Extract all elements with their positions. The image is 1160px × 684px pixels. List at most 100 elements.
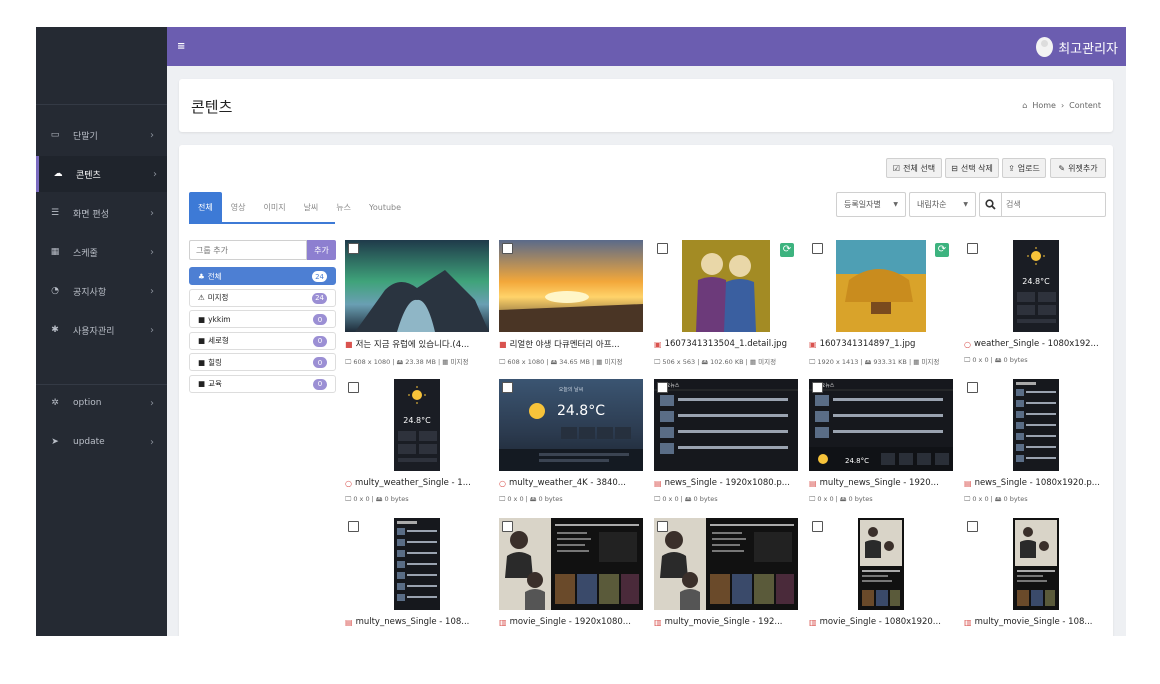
content-title[interactable]: ▣ 1607341313504_1.detail.jpg (654, 338, 798, 350)
content-title[interactable]: ▤ news_Single - 1920x1080.p... (654, 477, 798, 489)
sidebar-item-3[interactable]: ☰ 화면 편성 › (36, 195, 167, 231)
content-thumbnail[interactable]: 오늘의 날씨 24.8°C (499, 379, 643, 471)
content-title[interactable]: ▥ movie_Single - 1080x1920... (809, 616, 953, 628)
content-item[interactable]: ⟳ ▣ 1607341313504_1.detail.jpg 🖵 506 x 563 … (654, 240, 798, 375)
content-thumbnail[interactable] (345, 240, 489, 332)
tab-6[interactable]: Youtube (360, 192, 410, 222)
content-thumbnail[interactable] (345, 518, 489, 610)
add-widget-label: 위젯추가 (1068, 163, 1098, 173)
weather-icon: ○ (964, 339, 971, 349)
svg-text:24.8°C: 24.8°C (557, 403, 605, 419)
content-title[interactable]: ○ weather_Single - 1080x192... (964, 338, 1108, 350)
select-checkbox[interactable] (812, 243, 823, 254)
content-item[interactable]: 오늘의 날씨 24.8°C ○ multy_weather_4K - 3840... 🖵… (499, 379, 643, 514)
select-checkbox[interactable] (967, 382, 978, 393)
content-item[interactable]: ▥ multy_movie_Single - 108... (964, 518, 1108, 636)
select-checkbox[interactable] (348, 243, 359, 254)
group-item[interactable]: ■ 교육 0 (189, 374, 336, 393)
tab-2[interactable]: 영상 (222, 192, 255, 222)
sidebar-item-5[interactable]: ◔ 공지사항 › (36, 273, 167, 309)
order-select[interactable]: 내림차순 ▼ (909, 192, 976, 217)
sidebar-item-4[interactable]: ▦ 스케줄 › (36, 234, 167, 270)
content-thumbnail[interactable] (964, 379, 1108, 471)
sidebar-item-6[interactable]: ✱ 사용자관리 › (36, 312, 167, 348)
content-thumbnail[interactable] (809, 518, 953, 610)
sidebar-item-1[interactable]: ▭ 단말기 › (36, 117, 167, 153)
delete-selected-button[interactable]: ⊟ 선택 삭제 (945, 158, 999, 178)
group-item[interactable]: ■ ykkim 0 (189, 310, 336, 328)
sidebar-item-8[interactable]: ➤ update › (36, 424, 167, 460)
sidebar-item-2[interactable]: ☁ 콘텐츠 › (36, 156, 167, 192)
sync-icon[interactable]: ⟳ (780, 243, 794, 257)
content-thumbnail[interactable]: 24.8°C (345, 379, 489, 471)
content-item[interactable]: ■ 저는 지금 유럽에 있습니다.(4... 🖵 608 x 1080 | 🖴 23… (345, 240, 489, 375)
select-checkbox[interactable] (812, 521, 823, 532)
content-thumbnail[interactable]: 주요뉴스 24.8°C (809, 379, 953, 471)
select-checkbox[interactable] (657, 521, 668, 532)
content-title-text: weather_Single - 1080x192... (973, 339, 1099, 349)
select-checkbox[interactable] (967, 521, 978, 532)
tab-4[interactable]: 날씨 (295, 192, 328, 222)
content-title[interactable]: ■ 리얼한 야생 다큐멘터리 아프... (499, 338, 643, 351)
content-item[interactable]: ⟳ ▣ 1607341314897_1.jpg 🖵 1920 x 1413 | 🖴 9… (809, 240, 953, 375)
content-title[interactable]: ▥ multy_movie_Single - 108... (964, 616, 1108, 628)
content-thumbnail[interactable] (499, 518, 643, 610)
content-title[interactable]: ○ multy_weather_4K - 3840... (499, 477, 643, 489)
content-title[interactable]: ▤ multy_news_Single - 1920... (809, 477, 953, 489)
select-checkbox[interactable] (657, 382, 668, 393)
content-thumbnail[interactable] (654, 240, 798, 332)
content-thumbnail[interactable]: 24.8°C (964, 240, 1108, 332)
breadcrumb-home[interactable]: Home (1032, 101, 1056, 110)
search-icon[interactable] (980, 193, 1002, 216)
user-menu[interactable]: 최고관리자 (1036, 36, 1118, 58)
content-title[interactable]: ▤ news_Single - 1080x1920.p... (964, 477, 1108, 489)
tab-1[interactable]: 전체 (189, 192, 222, 222)
content-item[interactable]: ▤ multy_news_Single - 108... (345, 518, 489, 636)
content-item[interactable]: ▤ news_Single - 1080x1920.p... 🖵 0 x 0 | 🖴… (964, 379, 1108, 514)
group-name-input[interactable] (189, 240, 307, 260)
content-title-text: multy_weather_Single - 1... (354, 478, 471, 488)
group-item[interactable]: ■ 세로형 0 (189, 331, 336, 350)
group-item[interactable]: ♣ 전체 24 (189, 267, 336, 285)
content-item[interactable]: 주요뉴스 24.8°C ▤ multy_news_Single - 1920... 🖵 … (809, 379, 953, 514)
content-item[interactable]: ▥ movie_Single - 1920x1080... (499, 518, 643, 636)
content-thumbnail[interactable]: 주요뉴스 (654, 379, 798, 471)
select-checkbox[interactable] (502, 382, 513, 393)
content-thumbnail[interactable] (809, 240, 953, 332)
select-checkbox[interactable] (967, 243, 978, 254)
content-item[interactable]: ▥ movie_Single - 1080x1920... (809, 518, 953, 636)
tab-5[interactable]: 뉴스 (327, 192, 360, 222)
search-input[interactable] (1006, 197, 1101, 212)
select-all-button[interactable]: ☑ 전체 선택 (886, 158, 942, 178)
add-group-button[interactable]: 추가 (307, 240, 336, 260)
group-item[interactable]: ⚠ 미지정 24 (189, 288, 336, 307)
content-item[interactable]: ▥ multy_movie_Single - 192... (654, 518, 798, 636)
content-item[interactable]: 24.8°C ○ weather_Single - 1080x192... 🖵 0 x… (964, 240, 1108, 375)
content-title[interactable]: ○ multy_weather_Single - 1... (345, 477, 489, 489)
select-checkbox[interactable] (812, 382, 823, 393)
group-item[interactable]: ■ 힐링 0 (189, 353, 336, 371)
content-title[interactable]: ▣ 1607341314897_1.jpg (809, 338, 953, 350)
hamburger-menu-icon[interactable]: ≡ (177, 41, 189, 53)
select-checkbox[interactable] (348, 521, 359, 532)
content-thumbnail[interactable] (964, 518, 1108, 610)
content-thumbnail[interactable] (499, 240, 643, 332)
select-checkbox[interactable] (502, 243, 513, 254)
select-checkbox[interactable] (348, 382, 359, 393)
tab-3[interactable]: 이미지 (254, 192, 294, 222)
sync-icon[interactable]: ⟳ (935, 243, 949, 257)
select-checkbox[interactable] (502, 521, 513, 532)
content-title[interactable]: ▥ movie_Single - 1920x1080... (499, 616, 643, 628)
sort-select[interactable]: 등록일자별 ▼ (836, 192, 906, 217)
content-title[interactable]: ■ 저는 지금 유럽에 있습니다.(4... (345, 338, 489, 351)
sidebar-item-7[interactable]: ✲ option › (36, 385, 167, 421)
content-thumbnail[interactable] (654, 518, 798, 610)
content-item[interactable]: ■ 리얼한 야생 다큐멘터리 아프... 🖵 608 x 1080 | 🖴 34.6… (499, 240, 643, 375)
content-title[interactable]: ▤ multy_news_Single - 108... (345, 616, 489, 628)
add-widget-button[interactable]: ✎ 위젯추가 (1050, 158, 1106, 178)
content-title[interactable]: ▥ multy_movie_Single - 192... (654, 616, 798, 628)
content-item[interactable]: 24.8°C ○ multy_weather_Single - 1... 🖵 0 x … (345, 379, 489, 514)
upload-button[interactable]: ⇪ 업로드 (1002, 158, 1046, 178)
select-checkbox[interactable] (657, 243, 668, 254)
content-item[interactable]: 주요뉴스 ▤ news_Single - 1920x1080.p... 🖵 0 x 0… (654, 379, 798, 514)
